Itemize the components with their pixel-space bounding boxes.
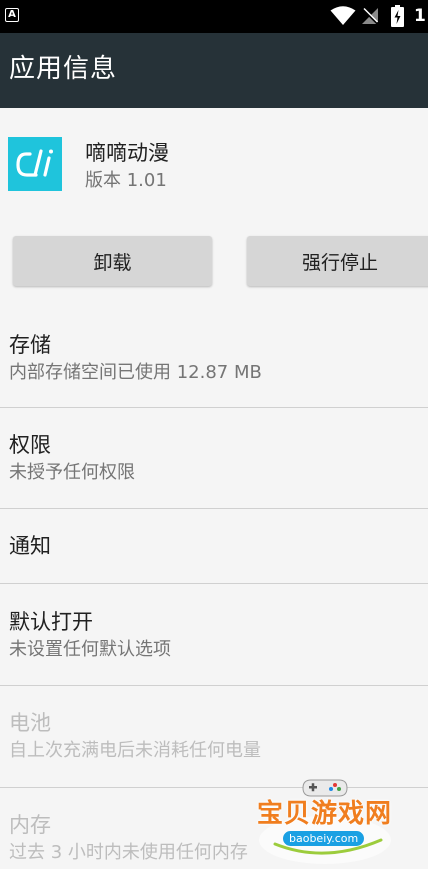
storage-section[interactable]: 存储 内部存储空间已使用 12.87 MB — [0, 305, 428, 407]
memory-title: 内存 — [9, 813, 51, 837]
app-name: 嘀嘀动漫 — [85, 141, 169, 165]
uninstall-button[interactable]: 卸载 — [13, 236, 212, 286]
force-stop-button[interactable]: 强行停止 — [247, 236, 428, 286]
notifications-section[interactable]: 通知 — [0, 509, 428, 583]
notifications-title: 通知 — [9, 534, 51, 558]
open-by-default-title: 默认打开 — [9, 610, 93, 634]
storage-subtitle: 内部存储空间已使用 12.87 MB — [9, 362, 262, 383]
storage-title: 存储 — [9, 333, 51, 357]
page-title: 应用信息 — [9, 54, 118, 84]
battery-subtitle: 自上次充满电后未消耗任何电量 — [9, 740, 261, 761]
open-by-default-subtitle: 未设置任何默认选项 — [9, 639, 171, 660]
watermark-text: 宝贝游戏网 — [257, 799, 393, 829]
watermark: 宝贝游戏网 baobeiy.com — [253, 778, 401, 869]
app-bar: 应用信息 — [0, 33, 428, 108]
battery-title: 电池 — [9, 711, 51, 735]
permissions-title: 权限 — [9, 433, 51, 457]
app-logo-icon — [16, 149, 53, 177]
wifi-icon — [330, 6, 356, 25]
open-by-default-section[interactable]: 默认打开 未设置任何默认选项 — [0, 584, 428, 685]
app-version: 版本 1.01 — [85, 170, 167, 191]
notification-a-icon: A — [5, 8, 19, 22]
memory-subtitle: 过去 3 小时内未使用任何内存 — [9, 842, 248, 863]
permissions-section[interactable]: 权限 未授予任何权限 — [0, 408, 428, 508]
battery-charging-icon — [391, 5, 404, 27]
app-icon — [8, 137, 62, 191]
watermark-domain: baobeiy.com — [283, 831, 365, 846]
permissions-subtitle: 未授予任何权限 — [9, 462, 135, 483]
no-signal-icon — [362, 7, 379, 25]
battery-percentage: 1 — [414, 6, 426, 26]
battery-section: 电池 自上次充满电后未消耗任何电量 — [0, 686, 428, 787]
status-bar: A 1 — [0, 0, 428, 33]
